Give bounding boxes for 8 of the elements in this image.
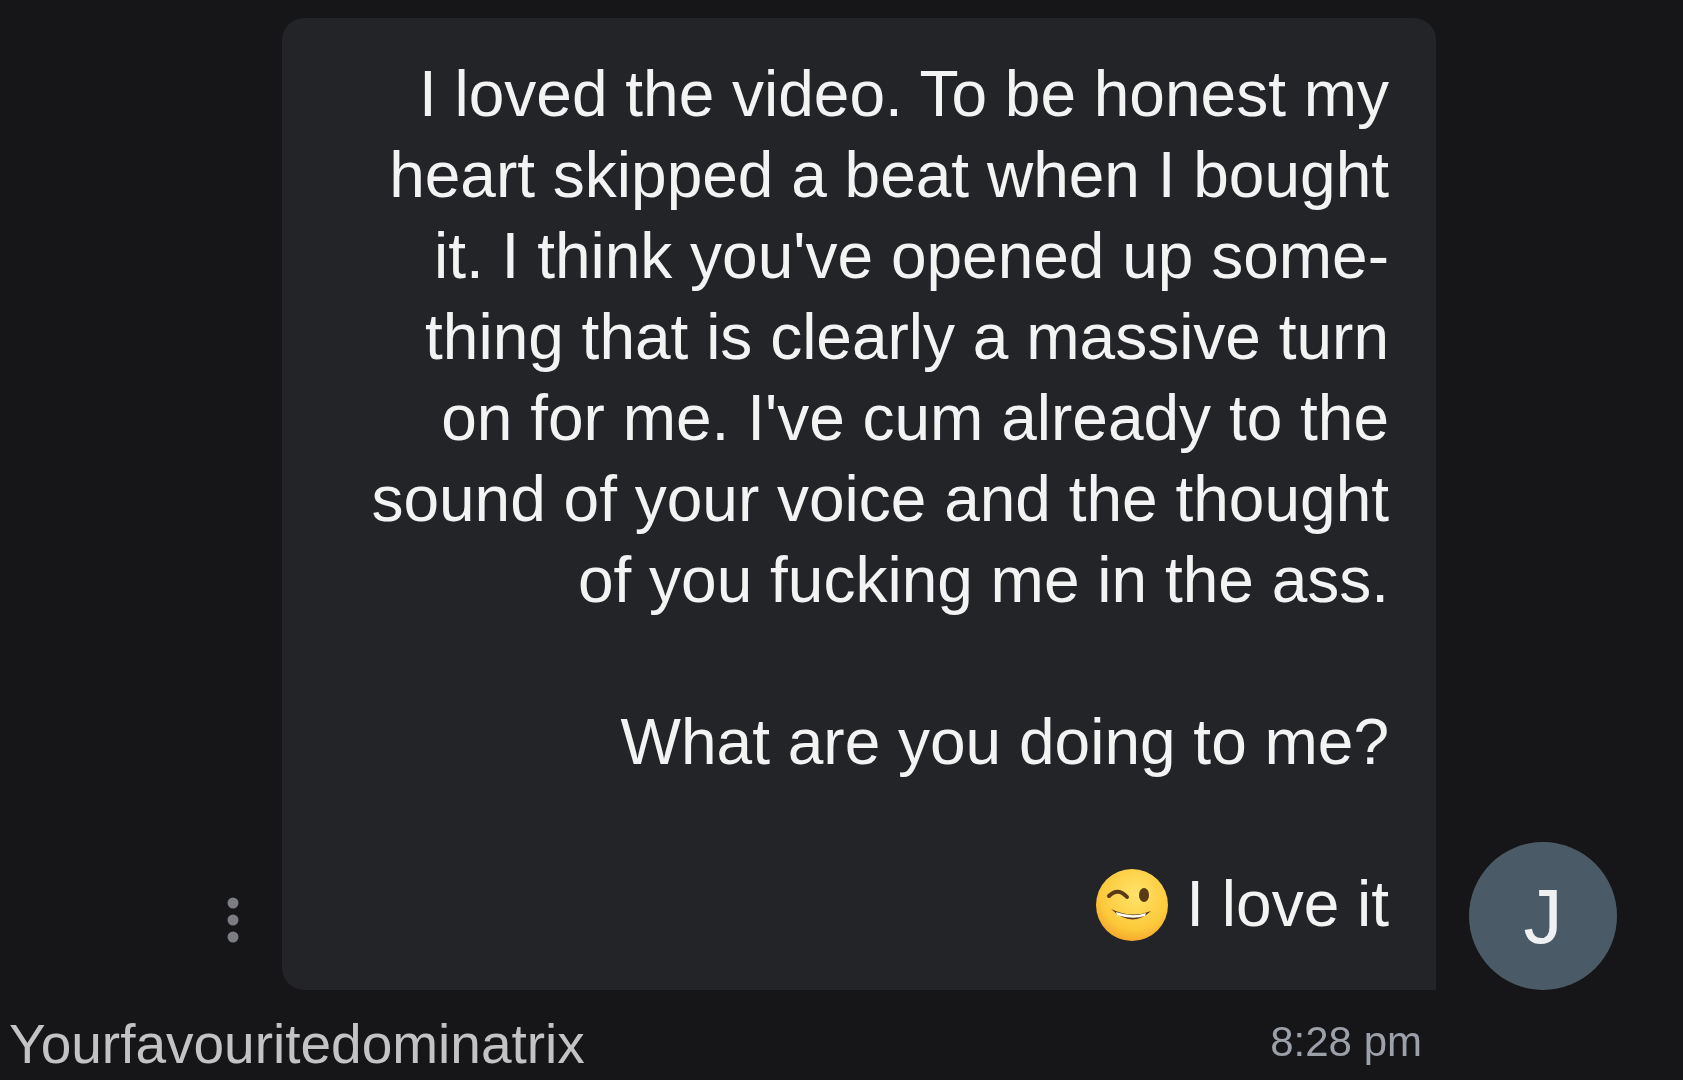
message-text: What are you doing to me? xyxy=(619,705,1389,780)
message-text: I love it xyxy=(1186,867,1389,942)
winking-face-icon xyxy=(1096,868,1169,941)
message-time: 8:28 pm xyxy=(1270,1018,1422,1066)
message-text: I loved the video. To be honest my heart skipped a beat when I bought it. I think you've opened up some- thing that is clearly a massive turn on for me. I've cum already to the sound of your voice and the thought of you fucking me in the ass. xyxy=(370,57,1389,618)
sender-name: Yourfavouritedominatrix xyxy=(9,1012,585,1076)
avatar[interactable]: J xyxy=(1469,842,1617,990)
more-options-icon[interactable] xyxy=(227,897,239,943)
